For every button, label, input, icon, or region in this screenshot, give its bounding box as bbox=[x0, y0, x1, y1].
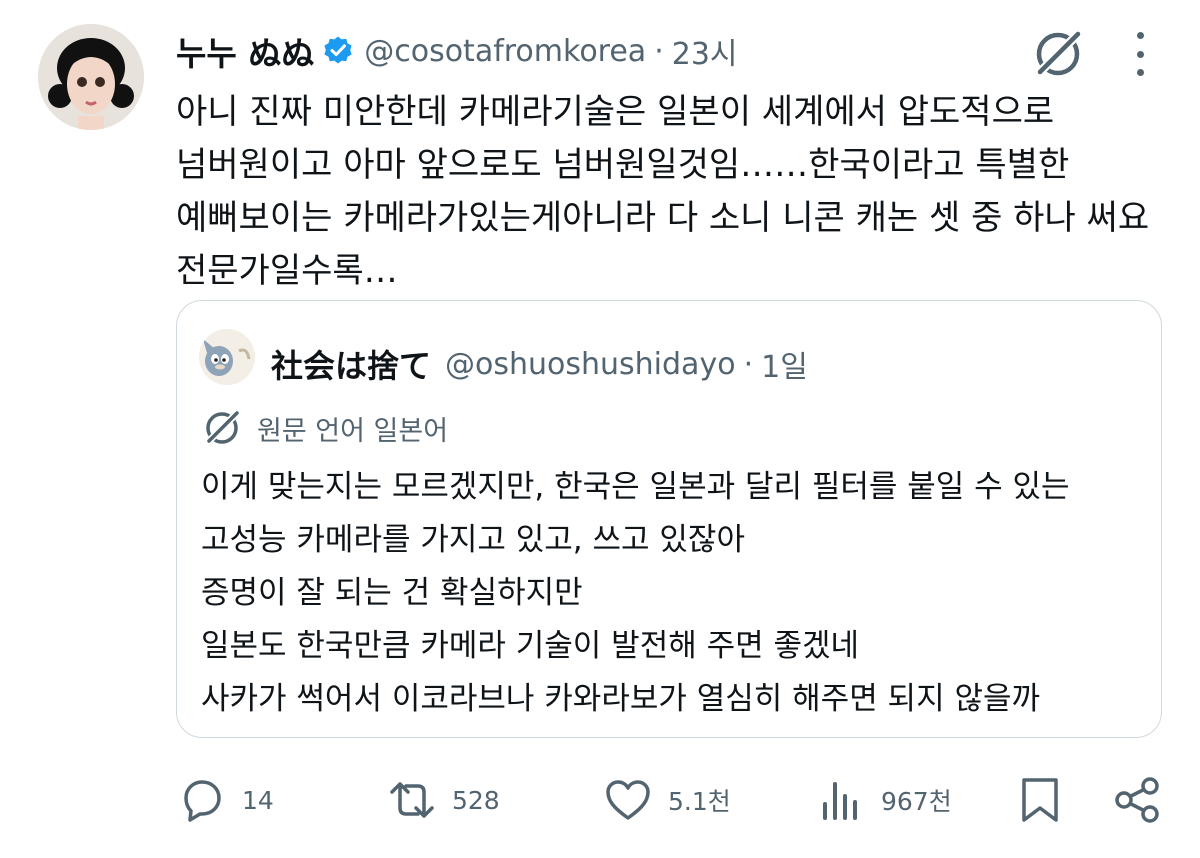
quote-text-line: 일본도 한국만큼 카메라 기술이 발전해 주면 좋겠네 bbox=[201, 628, 860, 664]
tweet-timestamp[interactable]: 23시 bbox=[672, 29, 738, 73]
quote-text-line: 이게 맞는지는 모르겠지만, 한국은 일본과 달리 필터를 붙일 수 있는 bbox=[201, 469, 1070, 505]
tweet-header: 누누 ぬぬ @cosotafromkorea · 23시 bbox=[176, 26, 738, 76]
translate-icon bbox=[204, 410, 240, 446]
bookmark-button[interactable] bbox=[1014, 770, 1066, 830]
grok-icon[interactable] bbox=[1030, 26, 1086, 82]
tweet-text-line: 아니 진짜 미안한데 카메라기술은 일본이 세계에서 압도적으로 bbox=[176, 92, 1055, 132]
share-button[interactable] bbox=[1112, 770, 1164, 830]
verified-badge-icon bbox=[322, 35, 354, 67]
separator-dot: · bbox=[654, 33, 664, 69]
views-button[interactable]: 967천 bbox=[815, 770, 952, 830]
separator-dot: · bbox=[743, 346, 754, 382]
more-dot bbox=[1136, 32, 1144, 39]
bookmark-icon bbox=[1022, 778, 1058, 822]
more-icon[interactable] bbox=[1122, 32, 1158, 76]
reply-count: 14 bbox=[242, 785, 274, 815]
views-count: 967천 bbox=[881, 787, 952, 816]
quote-text: 이게 맞는지는 모르겠지만, 한국은 일본과 달리 필터를 붙일 수 있는 고성… bbox=[201, 461, 1141, 726]
tweet-text-line: 넘버원이고 아마 앞으로도 넘버원일것임……한국이라고 특별한 bbox=[176, 145, 1070, 185]
reply-button[interactable]: 14 bbox=[176, 770, 274, 830]
more-dot bbox=[1136, 69, 1144, 76]
quote-text-line: 고성능 카메라를 가지고 있고, 쓰고 있잖아 bbox=[201, 522, 745, 558]
quote-header: 社会は捨て @oshuoshushidayo · 1일 bbox=[271, 341, 808, 387]
tweet-text-line: 예뻐보이는 카메라가있는게아니라 다 소니 니콘 캐논 셋 중 하나 써요 bbox=[176, 198, 1150, 238]
action-bar: 14 528 5.1천 967천 bbox=[0, 770, 1200, 830]
quote-author-handle[interactable]: @oshuoshushidayo bbox=[445, 347, 736, 382]
tweet-text: 아니 진짜 미안한데 카메라기술은 일본이 세계에서 압도적으로 넘버원이고 아… bbox=[176, 86, 1166, 298]
author-name[interactable]: 누누 ぬぬ bbox=[176, 27, 314, 75]
quote-timestamp[interactable]: 1일 bbox=[761, 342, 808, 386]
repost-count: 528 bbox=[452, 785, 500, 815]
author-avatar[interactable] bbox=[38, 24, 144, 130]
like-icon bbox=[606, 780, 650, 820]
repost-icon bbox=[390, 782, 434, 818]
share-icon bbox=[1115, 777, 1159, 823]
views-icon bbox=[823, 782, 857, 820]
quote-author-avatar[interactable] bbox=[199, 329, 255, 385]
translate-label: 원문 언어 일본어 bbox=[257, 415, 449, 447]
translate-row[interactable]: 원문 언어 일본어 bbox=[201, 407, 448, 449]
quoted-tweet[interactable]: 社会は捨て @oshuoshushidayo · 1일 원문 언어 일본어 이게… bbox=[176, 300, 1162, 738]
repost-button[interactable]: 528 bbox=[386, 770, 500, 830]
reply-icon bbox=[184, 780, 221, 822]
quote-text-line: 증명이 잘 되는 건 확실하지만 bbox=[201, 575, 583, 611]
author-handle[interactable]: @cosotafromkorea bbox=[364, 34, 646, 69]
quote-author-name[interactable]: 社会は捨て bbox=[271, 341, 431, 387]
like-button[interactable]: 5.1천 bbox=[602, 770, 731, 830]
like-count: 5.1천 bbox=[668, 787, 731, 816]
more-dot bbox=[1136, 50, 1144, 58]
tweet-text-line: 전문가일수록… bbox=[176, 251, 398, 291]
quote-text-line: 사카가 썩어서 이코라브나 카와라보가 열심히 해주면 되지 않을까 bbox=[201, 681, 1041, 717]
